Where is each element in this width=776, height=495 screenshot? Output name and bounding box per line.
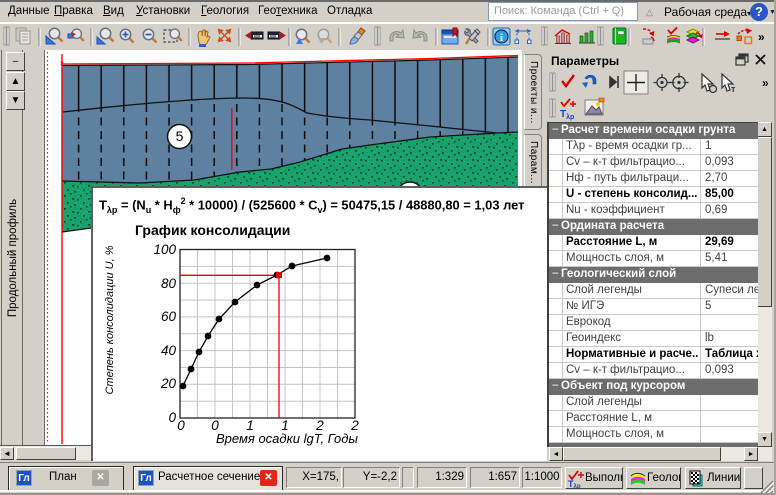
svg-text:100: 100 bbox=[153, 242, 176, 257]
svg-text:0: 0 bbox=[177, 418, 185, 433]
svg-text:Тλр: Тλр bbox=[568, 479, 581, 488]
svg-text:60: 60 bbox=[161, 309, 177, 324]
svg-text:»: » bbox=[762, 76, 769, 90]
svg-text:5: 5 bbox=[176, 128, 184, 144]
svg-text:i: i bbox=[500, 32, 503, 44]
svg-text:0: 0 bbox=[168, 410, 176, 425]
svg-text:Степень консолидации U, %: Степень консолидации U, % bbox=[104, 245, 116, 394]
svg-text:т: т bbox=[731, 84, 736, 94]
svg-text:40: 40 bbox=[161, 343, 177, 358]
svg-text:20: 20 bbox=[160, 376, 177, 391]
svg-text:80: 80 bbox=[161, 276, 177, 291]
svg-text:Тλр: Тλр bbox=[560, 109, 574, 121]
svg-text:Время осадки lgT, Годы: Время осадки lgT, Годы bbox=[216, 431, 358, 446]
svg-text:»: » bbox=[758, 30, 765, 44]
